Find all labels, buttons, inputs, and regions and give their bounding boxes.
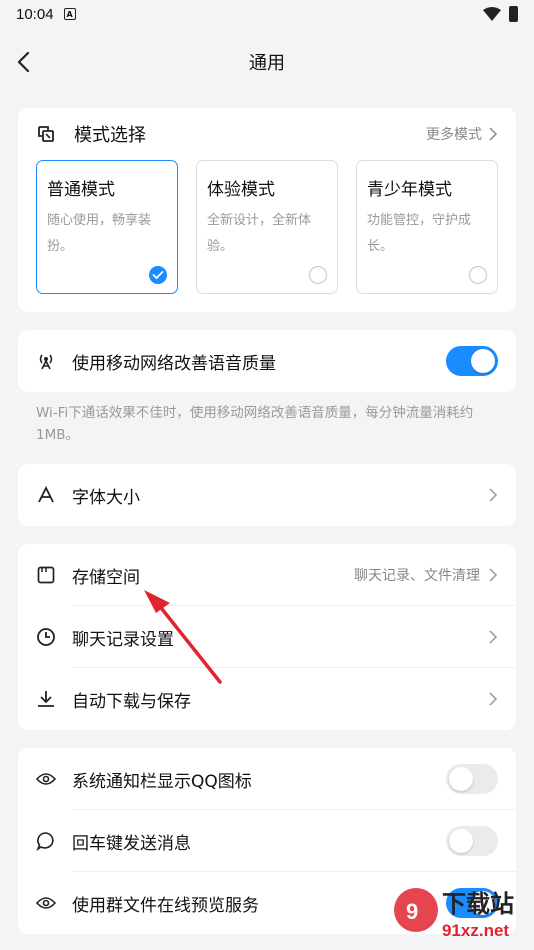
watermark-logo: 9 下载站 91xz.net — [390, 878, 530, 948]
watermark-url: 91xz.net — [442, 921, 509, 940]
annotation-arrow-icon — [144, 590, 222, 684]
watermark-title: 下载站 — [442, 890, 514, 918]
svg-text:9: 9 — [406, 899, 418, 924]
